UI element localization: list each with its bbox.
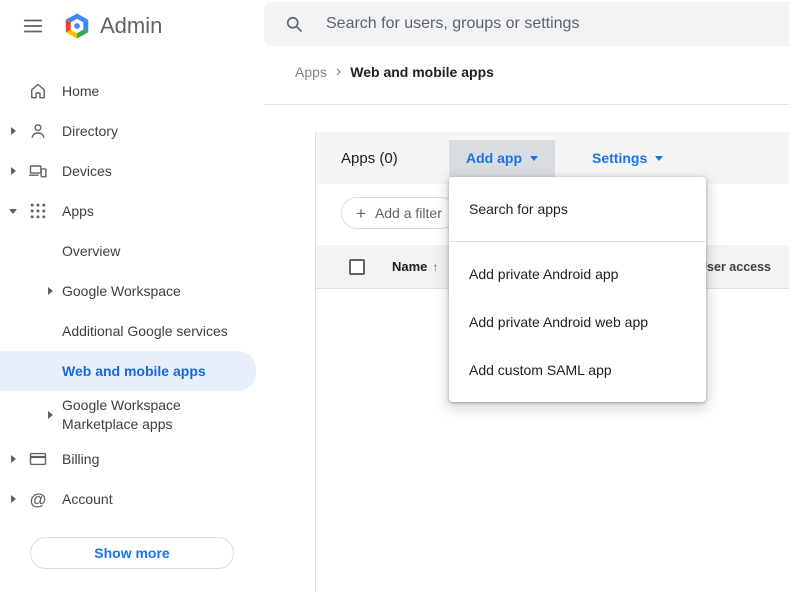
chevron-right-icon	[48, 287, 53, 295]
home-icon	[26, 81, 50, 101]
person-icon	[26, 121, 50, 141]
sidebar-item-directory[interactable]: Directory	[0, 111, 264, 151]
settings-button-label: Settings	[592, 150, 648, 166]
menu-icon[interactable]	[16, 9, 50, 43]
add-app-menu: Search for apps Add private Android app …	[449, 177, 706, 402]
sidebar: Home Directory Devices Apps Overview Goo…	[0, 71, 264, 569]
chevron-right-icon	[48, 411, 53, 419]
breadcrumb-apps-link[interactable]: Apps	[295, 64, 327, 80]
sidebar-item-additional-google-services[interactable]: Additional Google services	[0, 311, 264, 351]
menu-item-add-private-android-web-app[interactable]: Add private Android web app	[449, 298, 706, 346]
sidebar-item-label: Google Workspace	[62, 283, 181, 299]
at-icon: @	[29, 489, 47, 509]
select-all-checkbox[interactable]	[349, 258, 365, 275]
sidebar-item-label: Billing	[62, 451, 100, 467]
sidebar-item-label: Home	[62, 83, 100, 99]
dropdown-arrow-icon	[530, 155, 538, 161]
billing-icon	[26, 449, 50, 469]
add-filter-chip[interactable]: + Add a filter	[341, 197, 457, 229]
content-panel: Apps (0) Add app Settings + Add a filter…	[315, 132, 789, 592]
topbar: Admin	[0, 0, 264, 52]
column-header-name[interactable]: Name ↑	[392, 259, 438, 274]
plus-icon: +	[356, 203, 366, 223]
sidebar-item-billing[interactable]: Billing	[0, 439, 264, 479]
search-bar[interactable]	[264, 2, 789, 46]
apps-count-label: Apps (0)	[341, 149, 398, 167]
sidebar-item-devices[interactable]: Devices	[0, 151, 264, 191]
apps-grid-icon	[26, 201, 50, 221]
search-input[interactable]	[324, 14, 764, 34]
breadcrumb: Apps › Web and mobile apps	[295, 62, 494, 82]
sort-ascending-icon: ↑	[432, 260, 439, 274]
breadcrumb-current: Web and mobile apps	[350, 64, 494, 80]
sidebar-item-label: Overview	[62, 243, 121, 259]
column-header-user-access[interactable]: User access	[698, 260, 771, 274]
chevron-right-icon	[10, 167, 16, 175]
menu-item-add-private-android-app[interactable]: Add private Android app	[449, 250, 706, 298]
chevron-down-icon	[9, 208, 17, 214]
search-icon	[286, 16, 302, 32]
add-app-button[interactable]: Add app	[449, 139, 555, 177]
chevron-right-icon	[10, 495, 16, 503]
settings-button[interactable]: Settings	[580, 140, 675, 177]
divider	[264, 104, 789, 105]
sidebar-item-apps[interactable]: Apps	[0, 191, 264, 231]
sidebar-item-label: Account	[62, 491, 113, 507]
brand-title: Admin	[100, 13, 163, 38]
sidebar-item-label: Apps	[62, 203, 94, 219]
sidebar-item-overview[interactable]: Overview	[0, 231, 264, 271]
dropdown-arrow-icon	[655, 155, 664, 161]
sidebar-item-label: Directory	[62, 123, 119, 139]
sidebar-item-label: Additional Google services	[62, 323, 228, 339]
sidebar-item-label: Google Workspace Marketplace apps	[62, 397, 181, 432]
sidebar-item-google-workspace[interactable]: Google Workspace	[0, 271, 264, 311]
chevron-right-icon	[10, 455, 16, 463]
chevron-right-icon	[10, 127, 16, 135]
sidebar-item-web-and-mobile-apps[interactable]: Web and mobile apps	[0, 351, 256, 391]
breadcrumb-chevron-icon: ›	[335, 63, 342, 80]
add-app-button-label: Add app	[466, 150, 522, 166]
menu-divider	[449, 241, 706, 242]
sidebar-item-account[interactable]: @ Account	[0, 479, 264, 519]
name-header-label: Name	[392, 259, 428, 274]
menu-item-search-for-apps[interactable]: Search for apps	[449, 185, 706, 233]
sidebar-item-label: Web and mobile apps	[62, 363, 206, 379]
sidebar-item-marketplace-apps[interactable]: Google Workspace Marketplace apps	[0, 391, 264, 439]
sidebar-item-label: Devices	[62, 163, 112, 179]
google-admin-logo-icon	[62, 11, 92, 41]
devices-icon	[26, 161, 50, 181]
show-more-button[interactable]: Show more	[30, 537, 234, 569]
add-filter-label: Add a filter	[374, 205, 442, 221]
menu-item-add-custom-saml-app[interactable]: Add custom SAML app	[449, 346, 706, 394]
sidebar-item-home[interactable]: Home	[0, 71, 264, 111]
